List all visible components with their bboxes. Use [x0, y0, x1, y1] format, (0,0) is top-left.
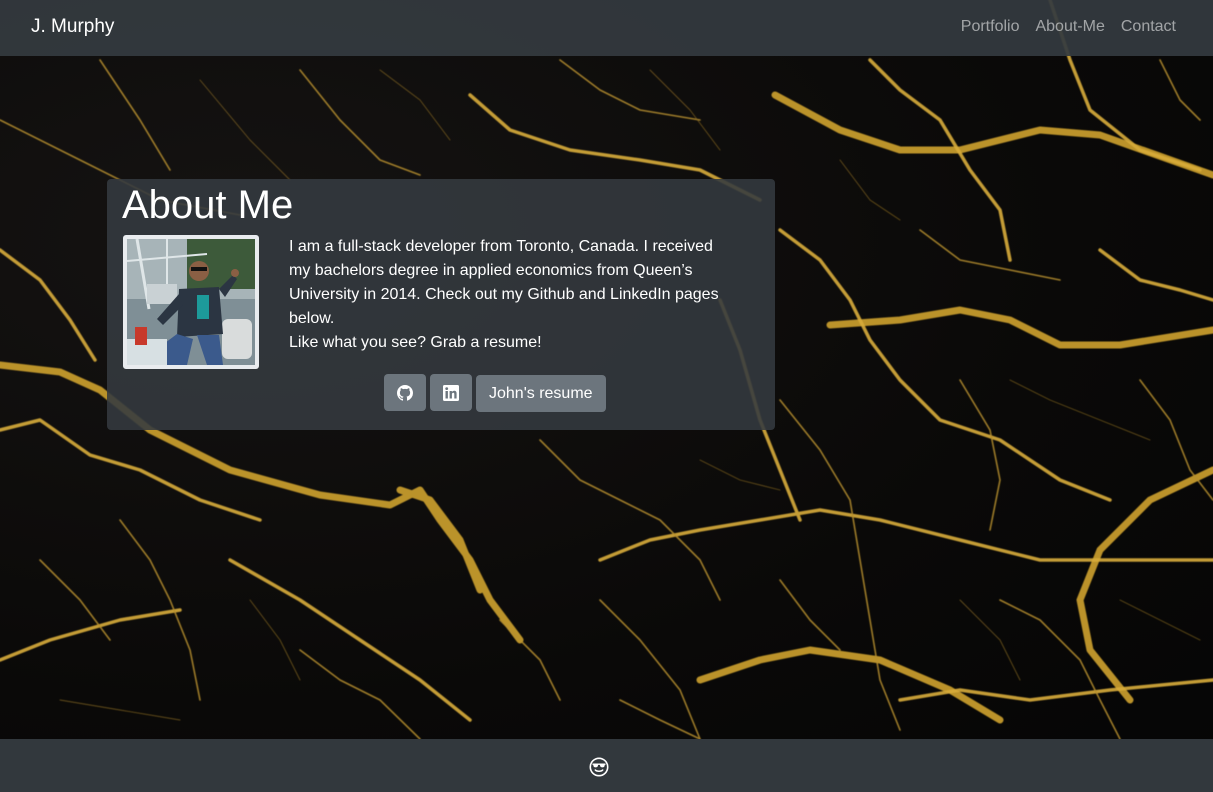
bio-text: I am a full-stack developer from Toronto…	[289, 235, 719, 355]
top-navbar: J. Murphy Portfolio About-Me Contact	[0, 0, 1213, 56]
page-title: About Me	[122, 183, 294, 227]
sunglasses-smiley-icon	[589, 757, 609, 777]
nav-link-contact[interactable]: Contact	[1121, 18, 1176, 36]
link-buttons: John's resume	[384, 374, 606, 412]
linkedin-button[interactable]	[430, 374, 472, 411]
profile-photo	[123, 235, 259, 369]
resume-button[interactable]: John's resume	[476, 375, 606, 412]
about-card: About Me I am a full-stack developer fro…	[107, 179, 775, 430]
bio-call-to-action: Like what you see? Grab a resume!	[289, 334, 542, 351]
nav-links: Portfolio About-Me Contact	[961, 18, 1176, 36]
profile-photo-graphic	[127, 239, 255, 365]
nav-link-about-me[interactable]: About-Me	[1035, 18, 1104, 36]
linkedin-icon	[443, 384, 459, 401]
bio-paragraph: I am a full-stack developer from Toronto…	[289, 238, 719, 327]
footer	[0, 739, 1213, 792]
brand-link[interactable]: J. Murphy	[31, 16, 114, 38]
github-icon	[397, 384, 413, 401]
github-button[interactable]	[384, 374, 426, 411]
nav-link-portfolio[interactable]: Portfolio	[961, 18, 1020, 36]
